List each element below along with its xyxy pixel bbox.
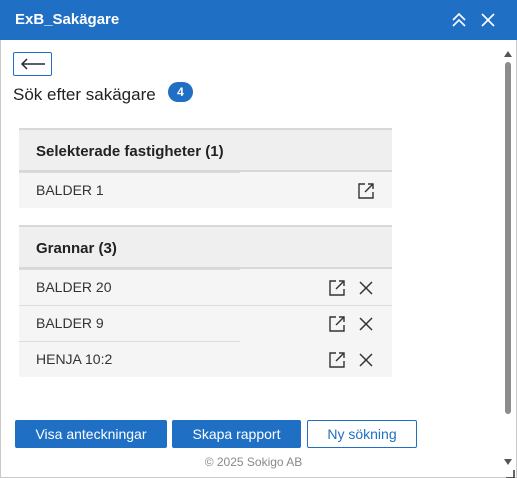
show-notes-button[interactable]: Visa anteckningar — [15, 420, 167, 448]
remove-icon[interactable] — [356, 278, 376, 298]
property-label: BALDER 1 — [36, 182, 104, 198]
scroll-down-icon[interactable] — [503, 454, 513, 465]
table-row: HENJA 10:2 — [19, 341, 392, 377]
arrow-left-icon — [20, 58, 45, 70]
scrollbar-thumb[interactable] — [505, 62, 511, 414]
resize-handle-icon[interactable] — [505, 466, 515, 478]
page-title: Sök efter sakägare — [13, 85, 156, 104]
scroll-up-icon[interactable] — [503, 46, 513, 57]
new-search-button[interactable]: Ny sökning — [307, 420, 417, 448]
create-report-button[interactable]: Skapa rapport — [172, 420, 301, 448]
property-label: BALDER 9 — [36, 315, 104, 331]
open-external-icon[interactable] — [327, 350, 347, 370]
remove-icon[interactable] — [356, 314, 376, 334]
remove-icon[interactable] — [356, 350, 376, 370]
vertical-scrollbar[interactable] — [503, 46, 513, 465]
table-row: BALDER 1 — [19, 172, 392, 208]
open-external-icon[interactable] — [327, 278, 347, 298]
open-external-icon[interactable] — [356, 181, 376, 201]
property-label: HENJA 10:2 — [36, 351, 113, 367]
close-icon[interactable] — [478, 10, 498, 30]
collapse-icon[interactable] — [449, 10, 469, 30]
row-divider — [19, 305, 392, 306]
copyright-footer: © 2025 Sokigo AB — [204, 455, 303, 469]
window-title: ExB_Sakägare — [15, 11, 120, 28]
row-divider — [19, 172, 240, 173]
window-titlebar: ExB_Sakägare — [0, 0, 517, 40]
table-row: BALDER 20 — [19, 269, 392, 305]
property-label: BALDER 20 — [36, 279, 112, 295]
row-divider — [19, 269, 240, 270]
selected-properties-header: Selekterade fastigheter (1) — [19, 128, 392, 172]
open-external-icon[interactable] — [327, 314, 347, 334]
table-row: BALDER 9 — [19, 305, 392, 341]
neighbors-header: Grannar (3) — [19, 225, 392, 269]
row-divider — [19, 341, 240, 342]
result-count-badge: 4 — [168, 82, 193, 102]
back-button[interactable] — [13, 52, 52, 76]
